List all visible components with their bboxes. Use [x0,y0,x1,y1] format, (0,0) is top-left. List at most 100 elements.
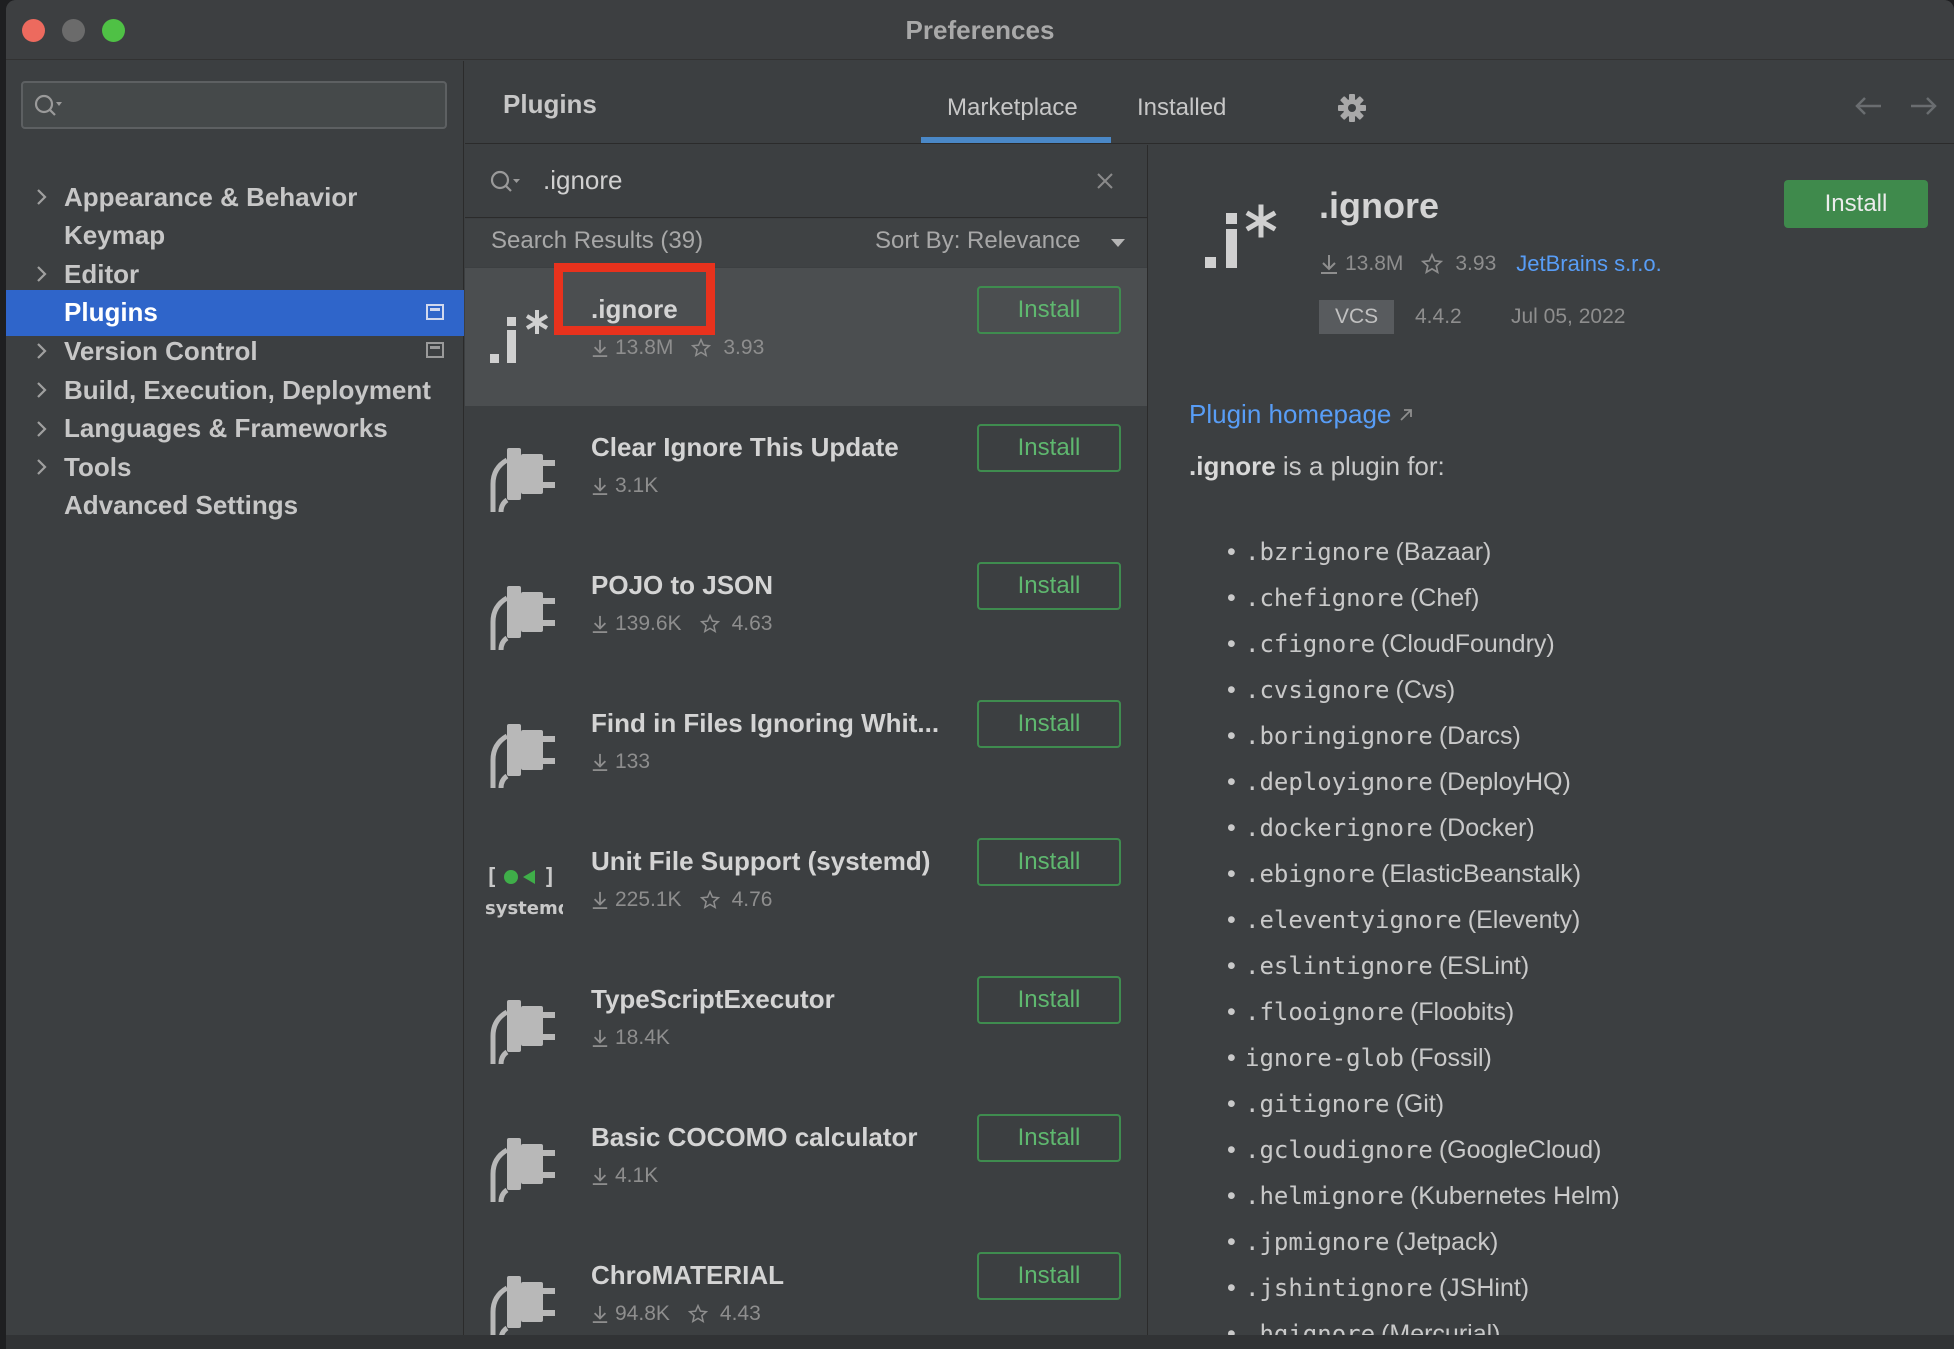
plugin-meta: 94.8K 4.43 [591,1302,761,1326]
plugin-meta: 3.1K [591,474,658,498]
list-item: • .chefignore (Chef) [1227,575,1620,621]
bullet-icon: • [1227,997,1236,1026]
download-icon [592,753,608,771]
ignore-logo-icon [1205,204,1277,268]
star-icon [699,614,720,634]
systemd-logo-icon: [] systemd [485,865,563,919]
install-button[interactable]: Install [977,1252,1121,1300]
ignore-file-name: .hgignore [1245,1320,1376,1335]
list-item: • .cvsignore (Cvs) [1227,667,1620,713]
settings-search-input[interactable] [21,81,447,129]
download-icon [592,1029,608,1047]
sidebar-item-label: Languages & Frameworks [64,413,388,444]
window-title: Preferences [905,15,1055,45]
ignore-file-name: .deployignore [1245,768,1433,796]
chevron-right-icon[interactable] [30,455,54,479]
plugins-header: Plugins Marketplace Installed [465,61,1954,144]
plugin-meta: 13.8M 3.93 [591,336,764,360]
ignore-tool-name: (Darcs) [1438,721,1521,750]
ignore-file-list: • .bzrignore (Bazaar) • .chefignore (Chef) • .c… [1227,529,1620,1336]
gear-icon[interactable] [1337,93,1367,123]
rating-value: 4.63 [731,612,773,635]
plugin-plug-icon [490,1138,555,1203]
vendor-link[interactable]: JetBrains s.r.o. [1516,251,1662,277]
tab-marketplace[interactable]: Marketplace [947,94,1078,122]
chevron-right-icon[interactable] [30,378,54,402]
download-icon [592,339,608,357]
chevron-right-icon[interactable] [30,339,54,363]
star-icon [699,890,720,910]
sort-dropdown[interactable]: Sort By: Relevance [875,227,1080,255]
install-button[interactable]: Install [977,286,1121,334]
ignore-tool-name: (Floobits) [1409,997,1515,1026]
ignore-file-name: .jpmignore [1245,1228,1390,1256]
plugin-list-item[interactable]: Clear Ignore This Update 3.1K Install [465,406,1147,544]
plugin-search-input[interactable]: .ignore [465,145,1147,218]
chevron-right-icon[interactable] [30,262,54,286]
download-count: 139.6K [615,612,682,635]
install-button[interactable]: Install [977,700,1121,748]
install-button[interactable]: Install [977,562,1121,610]
list-item: • .flooignore (Floobits) [1227,989,1620,1035]
star-icon [1421,253,1444,274]
download-icon [1321,255,1337,274]
ignore-logo-icon [490,310,549,363]
sidebar-item-label: Version Control [64,335,258,366]
plugin-name: ChroMATERIAL [591,1260,785,1290]
bullet-icon: • [1227,1319,1236,1336]
bullet-icon: • [1227,859,1236,888]
install-button[interactable]: Install [977,1114,1121,1162]
plugin-list-item[interactable]: ChroMATERIAL 94.8K 4.43 Install [465,1234,1147,1335]
sidebar-item-label: Appearance & Behavior [64,181,358,212]
rating-value: 3.93 [1455,252,1497,275]
ignore-tool-name: (ElasticBeanstalk) [1381,859,1582,888]
bullet-icon: • [1227,767,1236,796]
download-count: 225.1K [615,888,682,911]
plugin-version: 4.4.2 [1415,305,1462,328]
star-icon [687,1304,708,1324]
chevron-right-icon[interactable] [30,417,54,441]
list-item: • .ebignore (ElasticBeanstalk) [1227,851,1620,897]
close-icon[interactable] [1095,171,1115,191]
install-button[interactable]: Install [977,976,1121,1024]
plugin-homepage-link[interactable]: Plugin homepage [1189,399,1413,430]
install-button[interactable]: Install [977,424,1121,472]
ignore-file-name: .chefignore [1245,584,1404,612]
plugin-meta: 133 [591,750,650,774]
plugin-list-item[interactable]: Find in Files Ignoring Whit... 133 Install [465,682,1147,820]
sidebar-item-advanced-settings[interactable]: Advanced Settings [6,483,464,529]
plugin-list-item[interactable]: [] systemd Unit File Support (systemd) 225.… [465,820,1147,958]
plugin-list-item[interactable]: Basic COCOMO calculator 4.1K Install [465,1096,1147,1234]
chevron-right-icon[interactable] [30,185,54,209]
bullet-icon: • [1227,675,1236,704]
active-tab-indicator [921,137,1111,143]
download-icon [592,891,608,909]
install-button[interactable]: Install [977,838,1121,886]
ignore-tool-name: (Mercurial) [1381,1319,1501,1336]
bullet-icon: • [1227,905,1236,934]
plugin-list-item[interactable]: TypeScriptExecutor 18.4K Install [465,958,1147,1096]
rating-value: 3.93 [723,336,765,359]
category-tag[interactable]: VCS [1319,300,1395,334]
ignore-tool-name: (DeployHQ) [1438,767,1571,796]
sidebar-item-label: Build, Execution, Deployment [64,374,431,405]
tab-installed[interactable]: Installed [1137,94,1226,122]
plugin-meta: 139.6K 4.63 [591,612,772,636]
install-button[interactable]: Install [1784,180,1928,228]
arrow-left-icon[interactable] [1853,91,1885,121]
search-icon [34,94,62,116]
list-item: • .boringignore (Darcs) [1227,713,1620,759]
plugin-list-item[interactable]: POJO to JSON 139.6K 4.63 Install [465,544,1147,682]
bullet-icon: • [1227,1135,1236,1164]
bullet-icon: • [1227,1181,1236,1210]
download-icon [592,477,608,495]
bullet-icon: • [1227,1273,1236,1302]
plugin-list-pane: .ignore Search Results (39) Sort By: Rel… [465,145,1148,1335]
list-item: • .helmignore (Kubernetes Helm) [1227,1173,1620,1219]
external-link-icon [1400,408,1413,421]
plugin-name: Unit File Support (systemd) [591,846,931,876]
plugin-list-item[interactable]: .ignore 13.8M 3.93 Install [465,268,1147,406]
arrow-right-icon[interactable] [1907,91,1939,121]
list-item: • .jshintignore (JSHint) [1227,1265,1620,1311]
intro-plugin-name: .ignore [1189,451,1276,481]
